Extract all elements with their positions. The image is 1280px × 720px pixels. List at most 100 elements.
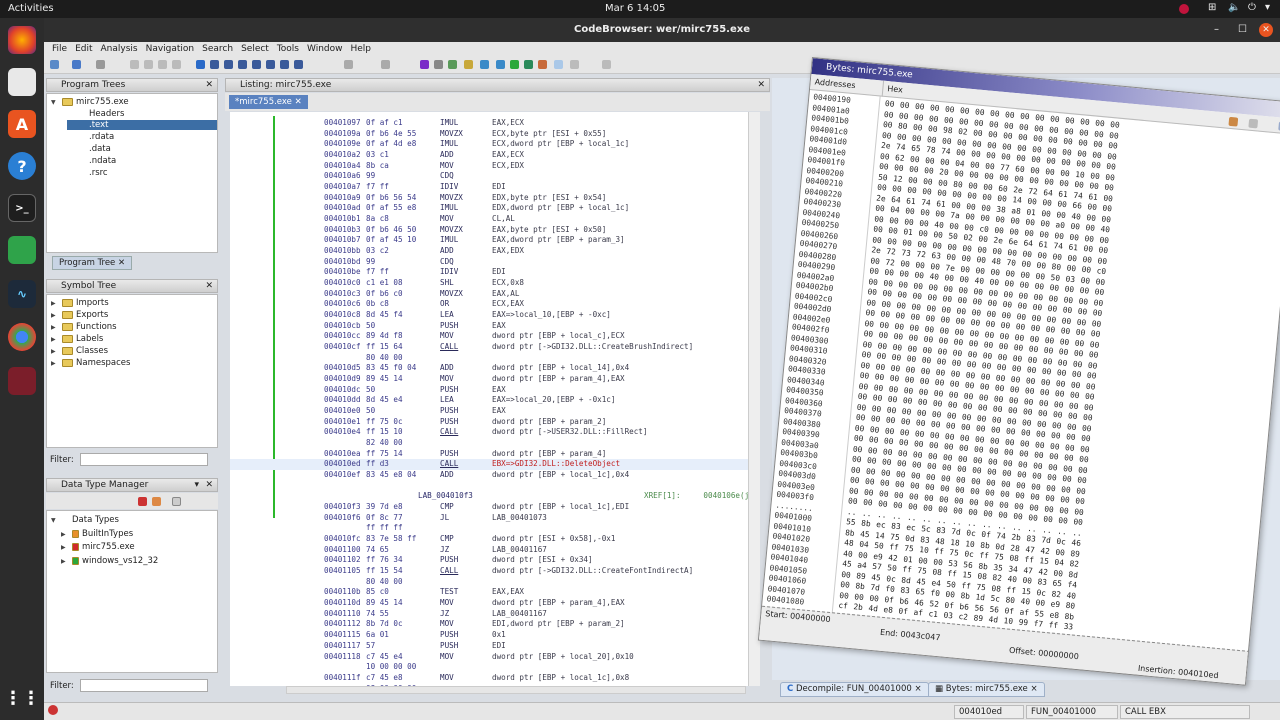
app-green-icon[interactable] <box>8 236 36 264</box>
operands[interactable]: ECX,byte ptr [ESI + 0x55] <box>492 129 606 140</box>
address[interactable]: 00401097 <box>324 118 361 129</box>
mnemonic[interactable]: CALL <box>440 459 458 470</box>
close-icon[interactable]: ✕ <box>757 79 765 92</box>
record-indicator-icon[interactable] <box>1179 4 1189 14</box>
operands[interactable]: EDI <box>492 267 506 278</box>
address[interactable]: 004010cf <box>324 342 361 353</box>
mnemonic[interactable]: IDIV <box>440 182 458 193</box>
mnemonic[interactable]: PUSH <box>440 555 458 566</box>
next-label-icon[interactable] <box>238 60 247 69</box>
byte-row[interactable]: 00400380 00 00 00 00 00 00 00 00 00 00 00… <box>779 416 1090 453</box>
ghidra-icon[interactable] <box>8 367 36 395</box>
byte-row[interactable]: 004002e0 00 00 00 00 00 00 00 00 00 00 00… <box>788 312 1100 349</box>
operands[interactable]: EDI <box>492 641 506 652</box>
nav-3-icon[interactable] <box>158 60 167 69</box>
tree-item-rdata[interactable]: .rdata <box>71 132 114 142</box>
operands[interactable]: EAX,AL <box>492 289 519 300</box>
listing-row[interactable]: 004010cb 50 PUSH EAX <box>230 321 748 332</box>
clock[interactable]: Mar 6 14:05 <box>605 3 665 14</box>
operands[interactable]: dword ptr [EBP + local_1c],EDI <box>492 502 629 513</box>
operands[interactable]: EDI <box>492 182 506 193</box>
redo-icon[interactable] <box>381 60 390 69</box>
byte-row[interactable]: 004001d0 2e 74 65 78 74 00 00 00 00 00 00… <box>805 134 1116 171</box>
operands[interactable]: dword ptr [EBP + param_4],EAX <box>492 374 625 385</box>
menu-window[interactable]: Window <box>307 42 343 56</box>
mnemonic[interactable]: CDQ <box>440 171 454 182</box>
mnemonic[interactable]: ADD <box>440 363 454 374</box>
listing-row[interactable]: 004010a7 f7 ff IDIV EDI <box>230 182 748 193</box>
close-icon[interactable]: ✕ <box>205 479 213 492</box>
mnemonic[interactable]: IDIV <box>440 267 458 278</box>
operands[interactable]: dword ptr [->USER32.DLL::FillRect] <box>492 427 647 438</box>
mnemonic[interactable]: PUSH <box>440 449 458 460</box>
listing-row[interactable]: 00401115 6a 01 PUSH 0x1 <box>230 630 748 641</box>
mnemonic[interactable]: MOVZX <box>440 289 463 300</box>
listing-label-row[interactable]: LAB_004010f3 XREF[1]: 0040106e(j) <box>230 491 748 502</box>
byte-row[interactable]: 00400310 00 00 00 00 00 00 00 00 00 00 00… <box>786 343 1097 380</box>
mnemonic[interactable]: JZ <box>440 545 449 556</box>
byte-row[interactable]: 00401050 00 89 45 0c 8d 45 e4 50 ff 75 08… <box>765 562 1076 600</box>
nav-4-icon[interactable] <box>172 60 181 69</box>
operands[interactable]: 0x1 <box>492 630 506 641</box>
operands[interactable]: EAX,EAX <box>492 587 524 598</box>
operands[interactable]: dword ptr [EBP + param_4],EAX <box>492 598 625 609</box>
address[interactable]: 00401112 <box>324 619 361 630</box>
operands[interactable]: dword ptr [EBP + local_20],0x10 <box>492 652 634 663</box>
operands[interactable]: ECX,0x8 <box>492 278 524 289</box>
operands[interactable]: EBX=>GDI32.DLL::DeleteObject <box>492 459 620 470</box>
listing-row[interactable]: 004010a6 99 CDQ <box>230 171 748 182</box>
byte-row[interactable]: 00400390 00 00 00 00 00 00 00 00 00 00 00… <box>778 427 1089 464</box>
address[interactable]: 00401105 <box>324 566 361 577</box>
copy-icon[interactable] <box>1248 118 1259 129</box>
operands[interactable]: EAX=>local_10,[EBP + -0xc] <box>492 310 611 321</box>
mnemonic[interactable]: MOV <box>440 673 454 684</box>
close-icon[interactable]: ✕ <box>205 280 213 293</box>
byte-row[interactable]: 00400290 00 00 00 00 40 00 00 40 00 00 00… <box>793 259 1104 297</box>
operands[interactable]: dword ptr [->GDI32.DLL::CreateFontIndire… <box>492 566 693 577</box>
operands[interactable]: EDX,dword ptr [EBP + local_1c] <box>492 203 629 214</box>
operands[interactable]: dword ptr [EBP + local_14],0x4 <box>492 363 629 374</box>
listing-row[interactable]: 004010bb 03 c2 ADD EAX,EDX <box>230 246 748 257</box>
system-menu-chevron-icon[interactable]: ▾ <box>1265 2 1270 13</box>
menu-file[interactable]: File <box>52 42 67 56</box>
listing-row[interactable]: 004010cf ff 15 64 CALL dword ptr [->GDI32.D… <box>230 342 748 353</box>
listing-row[interactable]: 004010dc 50 PUSH EAX <box>230 385 748 396</box>
files-icon[interactable] <box>8 68 36 96</box>
listing-row[interactable]: 004010dd 8d 45 e4 LEA EAX=>local_20,[EBP + … <box>230 395 748 406</box>
operands[interactable]: EAX <box>492 385 506 396</box>
listing-row[interactable]: 0040109a 0f b6 4e 55 MOVZX ECX,byte ptr [ES… <box>230 129 748 140</box>
byte-row[interactable]: 004002d0 00 00 00 00 00 00 00 00 00 00 00… <box>789 301 1101 338</box>
address[interactable]: 004010ea <box>324 449 361 460</box>
mnemonic[interactable]: CDQ <box>440 257 454 268</box>
address[interactable]: 004010b7 <box>324 235 361 246</box>
address[interactable]: 0040111f <box>324 673 361 684</box>
terminal-icon[interactable]: >_ <box>8 194 36 222</box>
mnemonic[interactable]: MOVZX <box>440 193 463 204</box>
address[interactable]: 004010dd <box>324 395 361 406</box>
mnemonic[interactable]: MOV <box>440 598 454 609</box>
save-icon[interactable] <box>50 60 59 69</box>
mnemonic[interactable]: MOV <box>440 619 454 630</box>
address[interactable]: 004010cc <box>324 331 361 342</box>
byte-row[interactable]: 00401060 00 8b 7d f0 83 65 f0 00 8b 1d 5c… <box>764 573 1075 610</box>
symbol-functions[interactable]: ▶ Functions <box>51 322 117 332</box>
activities-button[interactable]: Activities <box>8 3 54 14</box>
address[interactable]: 004010a7 <box>324 182 361 193</box>
address[interactable]: 004010dc <box>324 385 361 396</box>
operands[interactable]: dword ptr [ESI + 0x58],-0x1 <box>492 534 615 545</box>
listing-row[interactable]: 004010ad 0f af 55 e8 IMUL EDX,dword ptr [EB… <box>230 203 748 214</box>
address[interactable]: 004010b1 <box>324 214 361 225</box>
listing-row[interactable]: 004010cc 89 4d f8 MOV dword ptr [EBP + loca… <box>230 331 748 342</box>
listing-row[interactable]: 0040110b 85 c0 TEST EAX,EAX <box>230 587 748 598</box>
operands[interactable]: LAB_00401073 <box>492 513 547 524</box>
windows-types[interactable]: ▶ windows_vs12_32 <box>61 556 158 566</box>
operands[interactable]: LAB_00401167 <box>492 609 547 620</box>
operands[interactable]: EAX,ECX <box>492 150 524 161</box>
address[interactable]: 004010ad <box>324 203 361 214</box>
tool-2-icon[interactable] <box>448 60 457 69</box>
listing-row[interactable]: 00401112 8b 7d 0c MOV EDI,dword ptr [EBP + … <box>230 619 748 630</box>
byte-row[interactable]: 004003b0 00 00 00 00 00 00 00 00 00 00 00… <box>776 447 1087 485</box>
operands[interactable]: dword ptr [EBP + local_c],ECX <box>492 331 625 342</box>
address[interactable]: 0040109e <box>324 139 361 150</box>
address[interactable]: 004010bb <box>324 246 361 257</box>
